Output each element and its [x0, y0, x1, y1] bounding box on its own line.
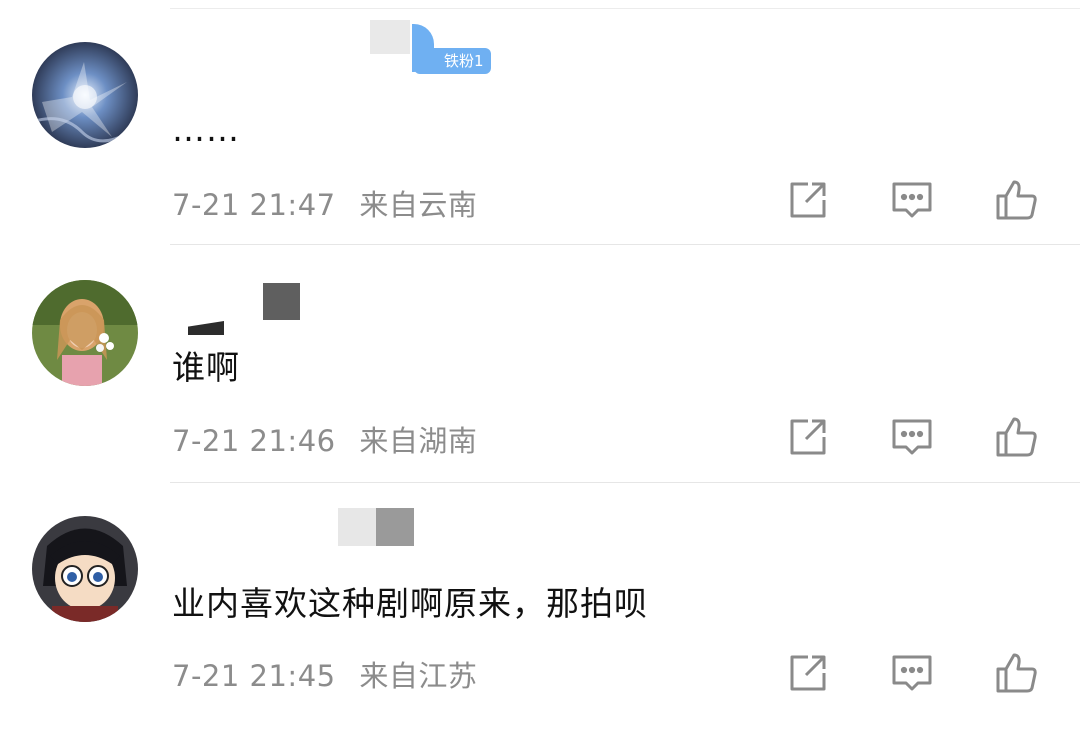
comment-location: 来自江苏	[359, 659, 478, 693]
fan-badge: 铁粉1	[414, 48, 491, 74]
avatar[interactable]	[32, 280, 138, 386]
username[interactable]	[170, 283, 310, 335]
comment-meta: 7-21 21:45 来自江苏	[172, 653, 477, 695]
like-icon[interactable]	[994, 415, 1038, 459]
comment-text: 谁啊	[172, 348, 240, 387]
username[interactable]	[170, 508, 420, 546]
comment-text: ……	[172, 110, 240, 149]
comment-meta: 7-21 21:47 来自云南	[172, 182, 477, 224]
like-icon[interactable]	[994, 651, 1038, 695]
comment-item: 谁啊 7-21 21:46 来自湖南	[0, 245, 1080, 483]
share-icon[interactable]	[786, 178, 830, 222]
comment-icon[interactable]	[890, 651, 934, 695]
comment-item: 业内喜欢这种剧啊原来，那拍呗 7-21 21:45 来自江苏	[0, 483, 1080, 731]
comment-meta: 7-21 21:46 来自湖南	[172, 418, 477, 460]
comment-location: 来自湖南	[359, 424, 478, 458]
comment-time: 7-21 21:46	[172, 424, 336, 458]
comment-item: 铁粉1 …… 7-21 21:47 来自云南	[0, 0, 1080, 245]
comment-icon[interactable]	[890, 415, 934, 459]
share-icon[interactable]	[786, 415, 830, 459]
avatar[interactable]	[32, 516, 138, 622]
comment-text: 业内喜欢这种剧啊原来，那拍呗	[172, 584, 648, 623]
comment-time: 7-21 21:47	[172, 188, 336, 222]
username[interactable]	[170, 20, 410, 56]
comment-time: 7-21 21:45	[172, 659, 336, 693]
avatar[interactable]	[32, 42, 138, 148]
like-icon[interactable]	[994, 178, 1038, 222]
comment-icon[interactable]	[890, 178, 934, 222]
share-icon[interactable]	[786, 651, 830, 695]
comment-location: 来自云南	[359, 188, 478, 222]
